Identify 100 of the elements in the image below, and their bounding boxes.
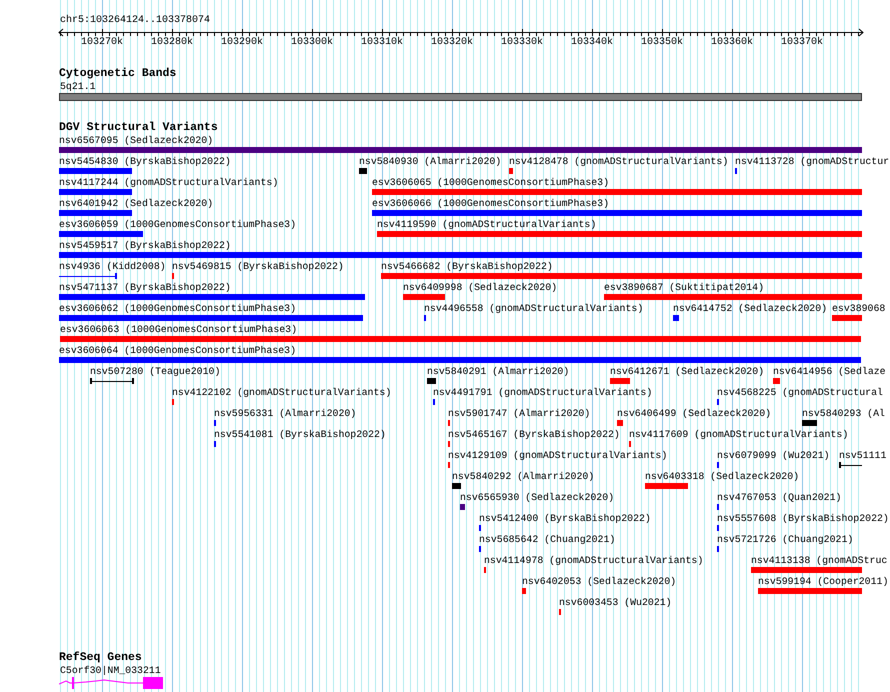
variant-bar[interactable] bbox=[832, 315, 862, 321]
variant-label[interactable]: nsv5840291 (Almarri2020) bbox=[427, 366, 570, 377]
variant-bar[interactable] bbox=[645, 483, 688, 489]
variant-label[interactable]: nsv4496558 (gnomADStructuralVariants) bbox=[424, 303, 644, 314]
variant-bar[interactable] bbox=[610, 378, 630, 384]
variant-bar[interactable] bbox=[617, 420, 623, 426]
tick-label: 103290k bbox=[220, 37, 264, 48]
track-title: Cytogenetic Bands bbox=[59, 68, 176, 80]
variant-span[interactable] bbox=[839, 462, 862, 468]
variant-label[interactable]: nsv6565930 (Sedlazeck2020) bbox=[460, 492, 614, 503]
variant-bar[interactable] bbox=[359, 168, 367, 174]
tick-label: 103280k bbox=[150, 37, 194, 48]
variant-label[interactable]: nsv4936 (Kidd2008) bbox=[59, 261, 166, 272]
variant-bar[interactable] bbox=[377, 231, 862, 237]
variant-label[interactable]: nsv5466682 (ByrskaBishop2022) bbox=[381, 261, 553, 272]
variant-label[interactable]: nsv6412671 (Sedlazeck2020) bbox=[610, 366, 764, 377]
variant-bar[interactable] bbox=[773, 378, 780, 384]
variant-label[interactable]: nsv507280 (Teague2010) bbox=[90, 366, 220, 377]
tick-label: 103320k bbox=[430, 37, 474, 48]
variant-bar[interactable] bbox=[673, 315, 679, 321]
variant-bar[interactable] bbox=[372, 210, 862, 216]
variant-bar[interactable] bbox=[802, 420, 817, 426]
variant-bar[interactable] bbox=[59, 168, 132, 174]
variant-bar[interactable] bbox=[604, 294, 862, 300]
variant-label[interactable]: nsv5901747 (Almarri2020) bbox=[448, 408, 590, 419]
variant-label[interactable]: esv3890687 (Suktitipat2014) bbox=[604, 282, 764, 293]
location-label: chr5:103264124..103378074 bbox=[60, 15, 210, 26]
tick-label: 103370k bbox=[780, 37, 824, 48]
variant-label[interactable]: nsv4129109 (gnomADStructuralVariants) bbox=[448, 450, 668, 461]
variant-label[interactable]: nsv6003453 (Wu2021) bbox=[559, 597, 672, 608]
variant-label[interactable]: esv3606059 (1000GenomesConsortiumPhase3) bbox=[59, 219, 296, 230]
variant-label[interactable]: nsv4117244 (gnomADStructuralVariants) bbox=[59, 177, 278, 188]
variant-label[interactable]: esv3606065 (1000GenomesConsortiumPhase3) bbox=[372, 177, 610, 188]
variant-label[interactable]: nsv5840293 (Al bbox=[802, 408, 885, 419]
variant-label[interactable]: nsv4568225 (gnomADStructural bbox=[717, 387, 883, 398]
variant-bar[interactable] bbox=[59, 147, 862, 153]
variant-label[interactable]: nsv4122102 (gnomADStructuralVariants) bbox=[172, 387, 392, 398]
variant-label[interactable]: nsv5721726 (Chuang2021) bbox=[717, 534, 854, 545]
variant-label[interactable]: esv3606066 (1000GenomesConsortiumPhase3) bbox=[372, 198, 610, 209]
variant-label[interactable]: nsv4491791 (gnomADStructuralVariants) bbox=[433, 387, 652, 398]
band-label: 5q21.1 bbox=[60, 81, 96, 92]
variant-bar[interactable] bbox=[758, 588, 862, 594]
variant-label[interactable]: esv3606062 (1000GenomesConsortiumPhase3) bbox=[59, 303, 296, 314]
variant-bar[interactable] bbox=[381, 273, 862, 279]
variant-label[interactable]: nsv6414752 (Sedlazeck2020) bbox=[673, 303, 828, 314]
variant-bar[interactable] bbox=[59, 252, 862, 258]
variant-label[interactable]: nsv599194 (Cooper2011) bbox=[758, 576, 888, 587]
variant-bar[interactable] bbox=[59, 315, 363, 321]
variant-bar[interactable] bbox=[460, 504, 465, 510]
variant-label[interactable]: nsv4113138 (gnomADStruc bbox=[751, 555, 888, 566]
variant-label[interactable]: nsv4114978 (gnomADStructuralVariants) bbox=[484, 555, 704, 566]
track-title: RefSeq Genes bbox=[59, 652, 142, 664]
tick-label: 103300k bbox=[290, 37, 334, 48]
variant-label[interactable]: nsv5471137 (ByrskaBishop2022) bbox=[59, 282, 231, 293]
variant-span[interactable] bbox=[59, 273, 117, 279]
variant-label[interactable]: nsv6402053 (Sedlazeck2020) bbox=[522, 576, 676, 587]
variant-bar[interactable] bbox=[59, 357, 861, 363]
variant-label[interactable]: nsv5956331 (Almarri2020) bbox=[214, 408, 356, 419]
variant-bar[interactable] bbox=[427, 378, 436, 384]
variant-label[interactable]: nsv5454830 (ByrskaBishop2022) bbox=[59, 156, 231, 167]
variant-label[interactable]: nsv6403318 (Sedlazeck2020) bbox=[645, 471, 800, 482]
variant-label[interactable]: nsv5557608 (ByrskaBishop2022) bbox=[717, 513, 889, 524]
variant-label[interactable]: nsv6079099 (Wu2021) bbox=[717, 450, 830, 461]
variant-label[interactable]: nsv6406499 (Sedlazeck2020) bbox=[617, 408, 772, 419]
variant-label[interactable]: nsv51111 bbox=[839, 450, 886, 461]
variant-bar[interactable] bbox=[59, 210, 132, 216]
variant-label[interactable]: nsv4113728 (gnomADStructur bbox=[735, 156, 890, 167]
variant-bar[interactable] bbox=[59, 294, 365, 300]
variant-label[interactable]: nsv4117609 (gnomADStructuralVariants) bbox=[629, 429, 848, 440]
variant-label[interactable]: nsv4767053 (Quan2021) bbox=[717, 492, 842, 503]
variant-label[interactable]: esv389068 bbox=[832, 303, 886, 314]
variant-bar[interactable] bbox=[60, 336, 861, 342]
variant-bar[interactable] bbox=[403, 294, 445, 300]
tick-label: 103310k bbox=[360, 37, 404, 48]
variant-label[interactable]: nsv5412400 (ByrskaBishop2022) bbox=[479, 513, 651, 524]
variant-bar[interactable] bbox=[751, 567, 862, 573]
variant-label[interactable]: nsv6414956 (Sedlaze bbox=[773, 366, 886, 377]
variant-span[interactable] bbox=[90, 378, 134, 384]
variant-bar[interactable] bbox=[509, 168, 513, 174]
variant-label[interactable]: esv3606064 (1000GenomesConsortiumPhase3) bbox=[59, 345, 296, 356]
variant-label[interactable]: nsv4119590 (gnomADStructuralVariants) bbox=[377, 219, 596, 230]
variant-bar[interactable] bbox=[59, 231, 143, 237]
variant-label[interactable]: nsv5469815 (ByrskaBishop2022) bbox=[172, 261, 344, 272]
tick-label: 103360k bbox=[710, 37, 754, 48]
variant-bar[interactable] bbox=[452, 483, 461, 489]
variant-bar[interactable] bbox=[59, 189, 132, 195]
variant-bar[interactable] bbox=[372, 189, 862, 195]
variant-label[interactable]: nsv6567095 (Sedlazeck2020) bbox=[59, 135, 214, 146]
tick-label: 103270k bbox=[80, 37, 124, 48]
variant-label[interactable]: nsv6401942 (Sedlazeck2020) bbox=[59, 198, 214, 209]
variant-label[interactable]: nsv5840930 (Almarri2020) bbox=[359, 156, 502, 167]
variant-label[interactable]: nsv5840292 (Almarri2020) bbox=[452, 471, 594, 482]
variant-label[interactable]: esv3606063 (1000GenomesConsortiumPhase3) bbox=[60, 324, 298, 335]
variant-label[interactable]: nsv4128478 (gnomADStructuralVariants) bbox=[509, 156, 728, 167]
variant-bar[interactable] bbox=[522, 588, 526, 594]
variant-label[interactable]: nsv6409998 (Sedlazeck2020) bbox=[403, 282, 558, 293]
variant-label[interactable]: nsv5465167 (ByrskaBishop2022) bbox=[448, 429, 620, 440]
variant-label[interactable]: nsv5459517 (ByrskaBishop2022) bbox=[59, 240, 231, 251]
variant-label[interactable]: nsv5685642 (Chuang2021) bbox=[479, 534, 616, 545]
variant-label[interactable]: nsv5541081 (ByrskaBishop2022) bbox=[214, 429, 386, 440]
